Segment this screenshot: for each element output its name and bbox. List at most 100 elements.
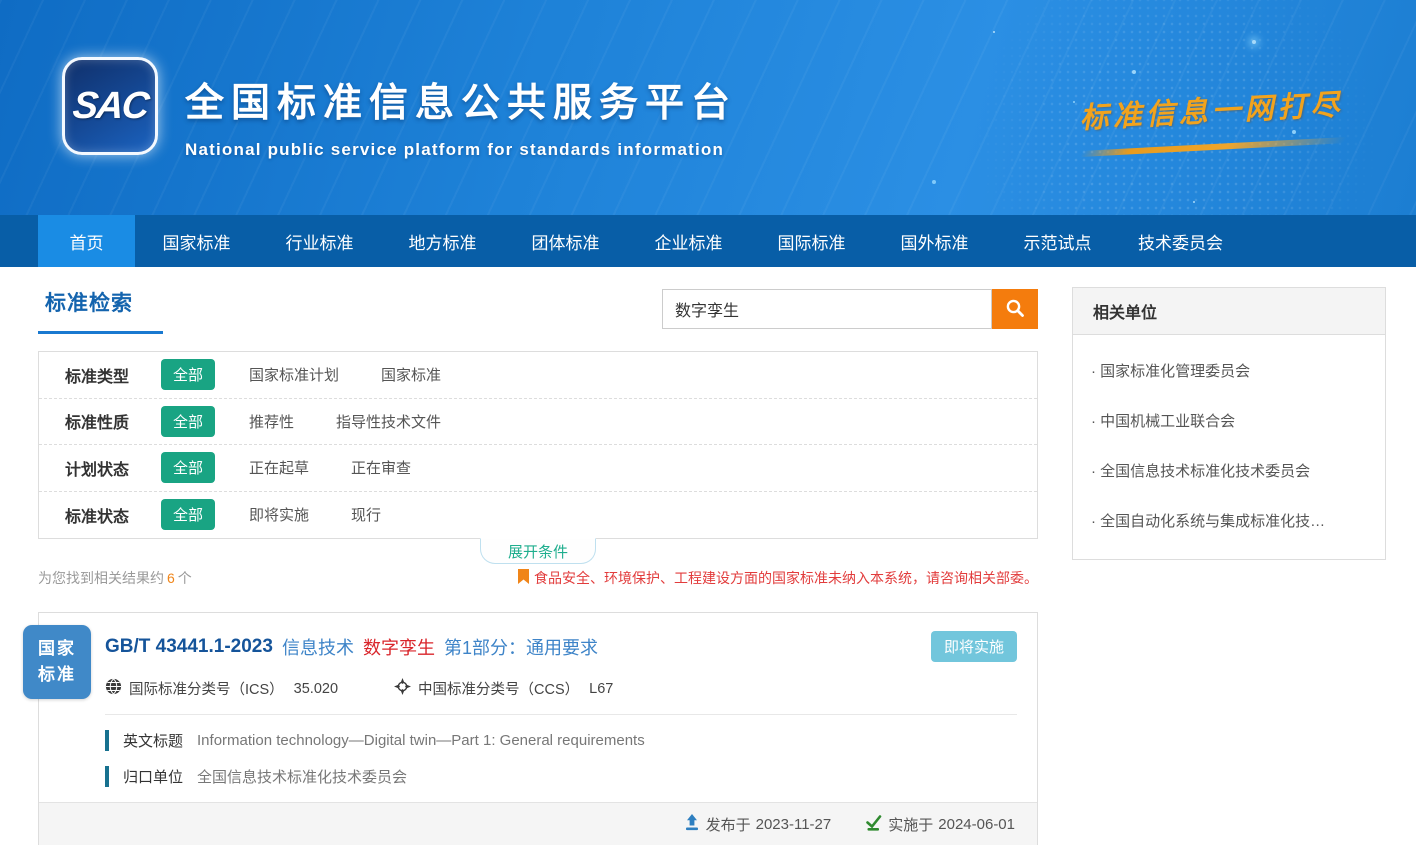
search-button[interactable]: [992, 289, 1038, 329]
nav-tab-group-standards[interactable]: 团体标准: [504, 215, 627, 267]
section-title-block: 标准检索: [38, 287, 163, 334]
filter-row-standard-nature: 标准性质 全部 推荐性 指导性技术文件: [39, 399, 1037, 446]
publish-date: 2023-11-27: [756, 816, 832, 833]
ics-label: 国际标准分类号（ICS）: [129, 678, 284, 699]
bookmark-icon: [518, 569, 534, 587]
standard-code-link[interactable]: GB/T 43441.1-2023: [105, 636, 273, 658]
platform-subtitle: National public service platform for sta…: [185, 140, 737, 160]
committee-value: 全国信息技术标准化技术委员会: [197, 766, 407, 787]
platform-title-block: 全国标准信息公共服务平台 National public service pla…: [185, 72, 737, 160]
filter-label: 标准状态: [65, 503, 161, 527]
results-count: 6: [167, 570, 175, 586]
badge-line2: 标准: [38, 662, 76, 688]
implement-date: 2024-06-01: [938, 816, 1015, 833]
filter-label: 标准性质: [65, 409, 161, 433]
publish-icon: [684, 814, 706, 835]
filter-row-standard-status: 标准状态 全部 即将实施 现行: [39, 492, 1037, 539]
filter-all-button[interactable]: 全部: [161, 359, 215, 390]
sac-logo-text: SAC: [71, 85, 150, 128]
card-title-row: GB/T 43441.1-2023 信息技术 数字孪生 第1部分：通用要求 即将…: [39, 613, 1037, 662]
filter-all-button[interactable]: 全部: [161, 499, 215, 530]
filter-panel: 标准类型 全部 国家标准计划 国家标准 标准性质 全部 推荐性 指导性技术文件 …: [38, 351, 1038, 539]
implement-check-icon: [865, 814, 888, 835]
expand-conditions-button[interactable]: 展开条件: [480, 538, 596, 564]
related-unit-link[interactable]: 全国自动化系统与集成标准化技…: [1091, 495, 1367, 545]
standard-result-card: 国家 标准 GB/T 43441.1-2023 信息技术 数字孪生 第1部分：通…: [38, 612, 1038, 845]
ccs-value: L67: [589, 681, 613, 697]
filter-label: 标准类型: [65, 363, 161, 387]
search-section: 标准检索: [38, 287, 1038, 345]
status-badge: 即将实施: [931, 631, 1017, 662]
right-column: 相关单位 国家标准化管理委员会 中国机械工业联合会 全国信息技术标准化技术委员会…: [1072, 287, 1386, 845]
section-title-underline: [38, 331, 163, 334]
nav-tab-international-standards[interactable]: 国际标准: [750, 215, 873, 267]
ics-value: 35.020: [294, 681, 338, 697]
page-header: SAC 全国标准信息公共服务平台 National public service…: [0, 0, 1416, 215]
sac-logo[interactable]: SAC: [62, 57, 158, 155]
filter-option[interactable]: 现行: [351, 504, 381, 525]
nav-tab-enterprise-standards[interactable]: 企业标准: [627, 215, 750, 267]
badge-line1: 国家: [38, 636, 76, 662]
nav-tab-technical-committee[interactable]: 技术委员会: [1119, 215, 1242, 267]
search-input[interactable]: [662, 289, 992, 329]
english-title-label: 英文标题: [123, 730, 183, 751]
related-unit-link[interactable]: 全国信息技术标准化技术委员会: [1091, 445, 1367, 495]
standard-title-highlight[interactable]: 数字孪生: [363, 634, 435, 660]
standard-title-part1[interactable]: 信息技术: [282, 634, 354, 660]
main-content: 标准检索 标准类型 全部 国家标准计划: [0, 267, 1416, 845]
magnifier-icon: [1005, 298, 1025, 321]
results-summary-suffix: 个: [178, 570, 192, 586]
results-summary-prefix: 为您找到相关结果约: [38, 570, 164, 586]
filter-option[interactable]: 正在审查: [351, 457, 411, 478]
card-meta-row: 国际标准分类号（ICS） 35.020 中国标准分类号（CCS） L67: [105, 678, 1017, 715]
platform-title: 全国标准信息公共服务平台: [185, 72, 737, 128]
ics-meta: 国际标准分类号（ICS） 35.020: [105, 678, 338, 699]
filter-all-button[interactable]: 全部: [161, 452, 215, 483]
related-units-panel: 相关单位 国家标准化管理委员会 中国机械工业联合会 全国信息技术标准化技术委员会…: [1072, 287, 1386, 560]
english-title-value: Information technology—Digital twin—Part…: [197, 732, 645, 749]
filter-option[interactable]: 国家标准计划: [249, 364, 339, 385]
results-summary: 为您找到相关结果约6个: [38, 568, 192, 588]
notice-text: 食品安全、环境保护、工程建设方面的国家标准未纳入本系统，请咨询相关部委。: [534, 568, 1038, 588]
filter-row-standard-type: 标准类型 全部 国家标准计划 国家标准: [39, 352, 1037, 399]
committee-label: 归口单位: [123, 766, 183, 787]
standard-title-part2[interactable]: 第1部分：通用要求: [444, 634, 598, 660]
filter-all-button[interactable]: 全部: [161, 406, 215, 437]
publish-label: 发布于: [706, 814, 751, 835]
national-standard-badge[interactable]: 国家 标准: [23, 625, 91, 699]
filter-option[interactable]: 指导性技术文件: [336, 411, 441, 432]
implement-date-item: 实施于 2024-06-01: [865, 814, 1015, 835]
nav-tab-foreign-standards[interactable]: 国外标准: [873, 215, 996, 267]
globe-icon: [105, 678, 129, 699]
nav-tab-local-standards[interactable]: 地方标准: [381, 215, 504, 267]
nav-tab-home[interactable]: 首页: [38, 215, 135, 267]
related-units-list: 国家标准化管理委员会 中国机械工业联合会 全国信息技术标准化技术委员会 全国自动…: [1073, 335, 1385, 559]
english-title-row: 英文标题 Information technology—Digital twin…: [105, 730, 1017, 751]
related-unit-link[interactable]: 国家标准化管理委员会: [1091, 345, 1367, 395]
ccs-label: 中国标准分类号（CCS）: [418, 678, 579, 699]
nav-tab-industry-standards[interactable]: 行业标准: [258, 215, 381, 267]
compass-icon: [394, 678, 418, 699]
filter-label: 计划状态: [65, 456, 161, 480]
related-unit-link[interactable]: 中国机械工业联合会: [1091, 395, 1367, 445]
implement-label: 实施于: [888, 814, 933, 835]
filter-option[interactable]: 正在起草: [249, 457, 309, 478]
related-units-title: 相关单位: [1093, 305, 1157, 322]
main-nav: 首页 国家标准 行业标准 地方标准 团体标准 企业标准 国际标准 国外标准 示范…: [0, 215, 1416, 267]
related-units-header: 相关单位: [1073, 288, 1385, 335]
card-footer: 发布于 2023-11-27 实施于 2024-06-01: [39, 802, 1037, 845]
search-box: [662, 289, 1038, 329]
sparkle-decoration: [1252, 40, 1256, 44]
nav-tab-national-standards[interactable]: 国家标准: [135, 215, 258, 267]
filter-option[interactable]: 推荐性: [249, 411, 294, 432]
ccs-meta: 中国标准分类号（CCS） L67: [394, 678, 613, 699]
filter-option[interactable]: 即将实施: [249, 504, 309, 525]
nav-tab-pilot[interactable]: 示范试点: [996, 215, 1119, 267]
filter-row-plan-status: 计划状态 全部 正在起草 正在审查: [39, 445, 1037, 492]
results-line: 为您找到相关结果约6个 食品安全、环境保护、工程建设方面的国家标准未纳入本系统，…: [38, 568, 1038, 588]
filter-option[interactable]: 国家标准: [381, 364, 441, 385]
section-title: 标准检索: [45, 287, 163, 317]
system-notice: 食品安全、环境保护、工程建设方面的国家标准未纳入本系统，请咨询相关部委。: [518, 568, 1038, 588]
committee-row: 归口单位 全国信息技术标准化技术委员会: [105, 766, 1017, 787]
publish-date-item: 发布于 2023-11-27: [684, 814, 832, 835]
